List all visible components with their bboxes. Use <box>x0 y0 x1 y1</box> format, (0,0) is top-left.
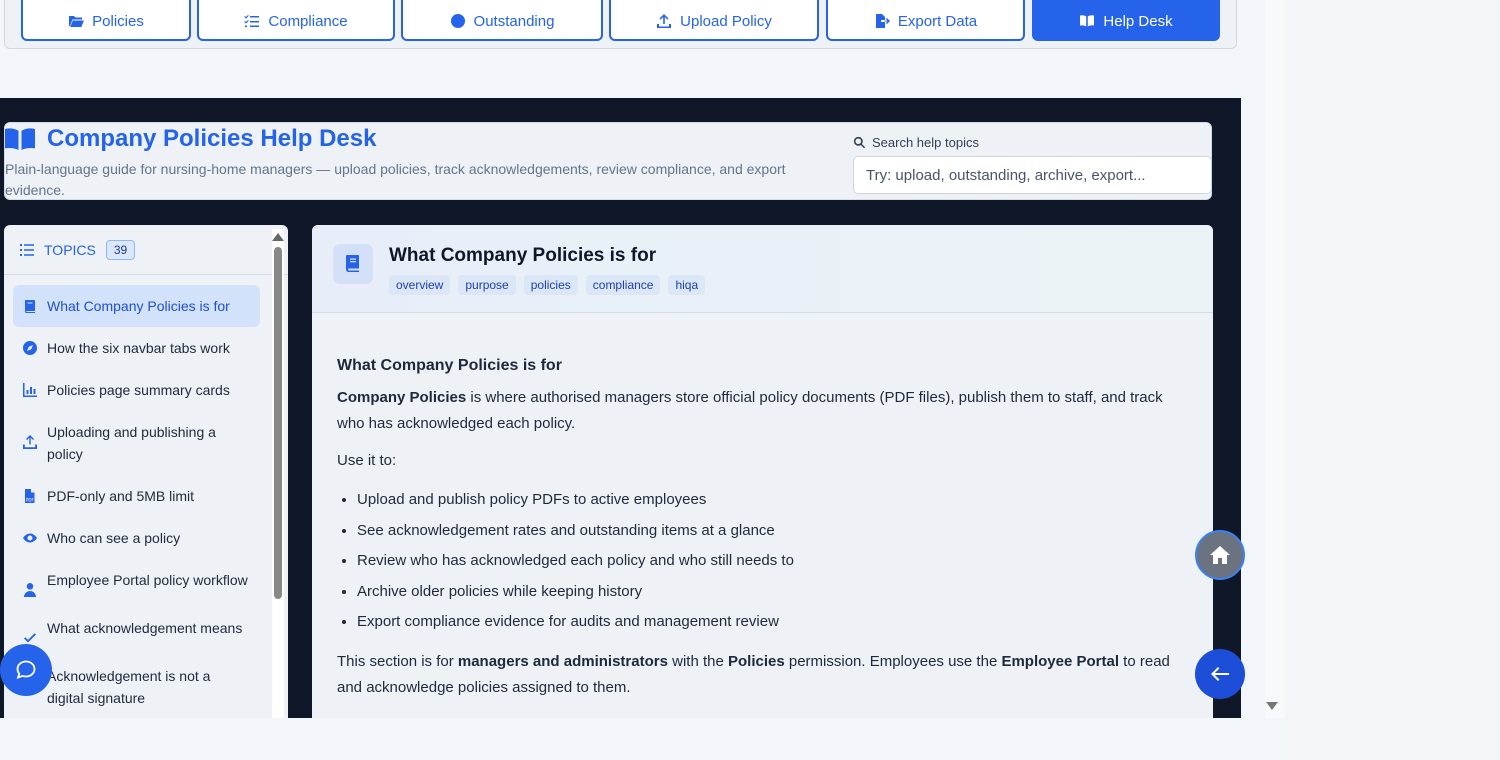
tab-label: Help Desk <box>1103 12 1173 30</box>
topics-scrollbar[interactable] <box>272 229 284 718</box>
search-icon <box>853 136 866 149</box>
upload-icon <box>23 435 37 449</box>
topic-item[interactable]: Employee Portal policy workflow <box>13 559 260 607</box>
use-cases-list: Upload and publish policy PDFs to active… <box>337 485 1187 638</box>
scroll-up-arrow[interactable] <box>272 233 284 241</box>
topic-item[interactable]: What Company Policies is for <box>13 285 260 327</box>
compass-icon <box>23 341 37 355</box>
article-icon-badge <box>333 244 373 284</box>
tab-label: Export Data <box>897 12 978 30</box>
tab-label: Outstanding <box>473 12 555 30</box>
list-item: Review who has acknowledged each policy … <box>357 546 1187 577</box>
search-input[interactable] <box>853 156 1212 194</box>
intro-paragraph: Company Policies is where authorised man… <box>337 389 1163 432</box>
tab-help-desk[interactable]: Help Desk <box>1032 0 1220 41</box>
user-icon <box>24 583 36 597</box>
tab-export-data[interactable]: Export Data <box>826 0 1025 41</box>
book-icon <box>25 300 35 313</box>
book-open-icon <box>5 128 35 150</box>
article-header: What Company Policies is for overview pu… <box>312 225 1213 313</box>
chat-icon <box>16 660 36 679</box>
use-it-to-label: Use it to: <box>337 452 397 469</box>
tab-label: Policies <box>92 12 144 30</box>
tab-policies[interactable]: Policies <box>21 0 191 41</box>
help-desk-panel: Company Policies Help Desk Plain-languag… <box>0 98 1241 718</box>
book-open-icon <box>1080 15 1095 27</box>
clock-icon <box>450 14 465 28</box>
tab-upload-policy[interactable]: Upload Policy <box>609 0 819 41</box>
search-label: Search help topics <box>853 135 979 150</box>
topic-item[interactable]: Who can see a policy <box>13 517 260 559</box>
page-scrollbar-track[interactable] <box>1265 0 1285 718</box>
list-check-icon <box>244 15 260 27</box>
scroll-down-arrow[interactable] <box>1266 702 1278 710</box>
upload-icon <box>657 14 672 28</box>
chat-button[interactable] <box>0 644 52 696</box>
list-item: See acknowledgement rates and outstandin… <box>357 516 1187 547</box>
top-navbar: Policies Compliance Outstanding Upload P… <box>4 0 1237 49</box>
check-icon <box>24 633 36 643</box>
arrow-left-icon <box>1211 667 1229 681</box>
list-icon <box>20 243 34 256</box>
audience-paragraph: This section is for managers and adminis… <box>337 652 1170 696</box>
topic-item[interactable]: What acknowledgement means <box>13 607 260 655</box>
article-title: What Company Policies is for <box>389 245 657 266</box>
tab-outstanding[interactable]: Outstanding <box>401 0 603 41</box>
help-desk-header: Company Policies Help Desk Plain-languag… <box>4 122 1212 200</box>
topic-item[interactable]: How the six navbar tabs work <box>13 327 260 369</box>
home-button[interactable] <box>1195 530 1245 580</box>
page-subtitle: Plain-language guide for nursing-home ma… <box>5 161 786 198</box>
article-tags: overview purpose policies compliance hiq… <box>389 275 706 295</box>
file-pdf-icon: PDF <box>25 489 35 503</box>
tag[interactable]: compliance <box>585 275 661 295</box>
topic-item[interactable]: Uploading and publishing a policy <box>13 411 260 475</box>
home-icon <box>1210 546 1230 564</box>
list-item: Archive older policies while keeping his… <box>357 577 1187 608</box>
article-body: What Company Policies is for Company Pol… <box>337 353 1187 712</box>
tag[interactable]: hiqa <box>668 275 706 295</box>
topic-list: What Company Policies is for How the six… <box>13 285 260 718</box>
topics-header: TOPICS 39 <box>4 225 288 275</box>
topic-item[interactable]: Policies page summary cards <box>13 369 260 411</box>
body-heading: What Company Policies is for <box>337 357 562 374</box>
topics-heading: TOPICS <box>44 241 96 258</box>
book-icon <box>346 255 359 272</box>
tag[interactable]: overview <box>389 275 451 295</box>
list-item: Upload and publish policy PDFs to active… <box>357 485 1187 516</box>
file-export-icon <box>875 14 890 28</box>
folder-open-icon <box>69 16 85 27</box>
tag[interactable]: purpose <box>458 275 516 295</box>
tab-compliance[interactable]: Compliance <box>197 0 395 41</box>
topics-scroll-thumb[interactable] <box>274 247 282 599</box>
svg-text:PDF: PDF <box>26 498 34 503</box>
eye-icon <box>23 533 37 543</box>
list-item: Export compliance evidence for audits an… <box>357 607 1187 638</box>
topic-item[interactable]: PDF PDF-only and 5MB limit <box>13 475 260 517</box>
article-card: What Company Policies is for overview pu… <box>312 225 1213 718</box>
back-button[interactable] <box>1195 649 1245 699</box>
topics-count-badge: 39 <box>105 239 136 260</box>
tag[interactable]: policies <box>523 275 578 295</box>
tab-label: Compliance <box>268 12 348 30</box>
chart-bar-icon <box>23 383 37 397</box>
topics-sidebar: TOPICS 39 What Company Policies is for H… <box>4 225 288 718</box>
page-margin <box>1285 0 1500 760</box>
tab-label: Upload Policy <box>680 12 772 30</box>
page-title: Company Policies Help Desk <box>5 125 376 153</box>
